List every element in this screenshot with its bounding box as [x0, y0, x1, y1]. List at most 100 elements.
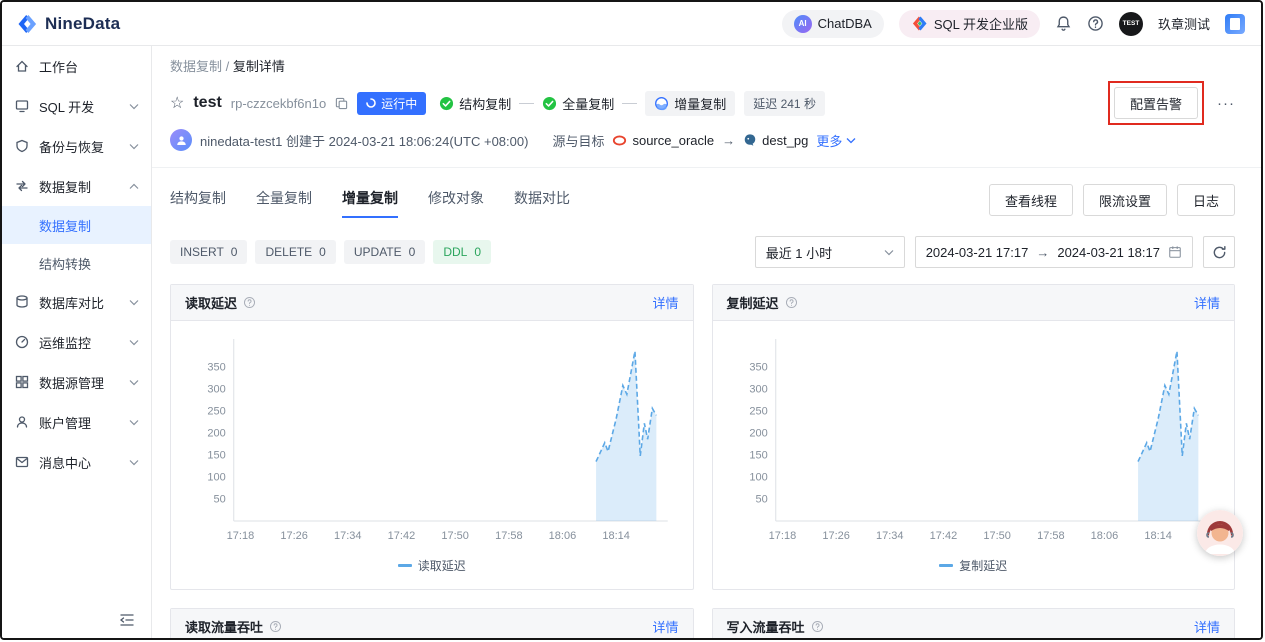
time-preset-select[interactable]: 最近 1 小时	[755, 236, 905, 268]
svg-text:200: 200	[749, 428, 767, 440]
task-id: rp-czzcekbf6n1o	[231, 96, 326, 111]
logs-button[interactable]: 日志	[1177, 184, 1235, 216]
tab-data-compare[interactable]: 数据对比	[514, 182, 570, 218]
grid-icon	[14, 374, 30, 390]
step-label: 增量复制	[674, 94, 726, 113]
copy-icon[interactable]	[335, 97, 348, 110]
replication-latency-chart: 5010015020025030035017:1817:2617:3417:42…	[719, 329, 1229, 557]
sidebar-subitem-data-replication[interactable]: 数据复制	[2, 206, 151, 244]
detail-link[interactable]: 详情	[1194, 293, 1220, 312]
app-window: NineData AI ChatDBA SQL 开发企业版	[0, 0, 1263, 640]
svg-text:350: 350	[749, 362, 767, 374]
date-range-picker[interactable]: 2024-03-21 17:17 → 2024-03-21 18:17	[915, 236, 1193, 268]
sidebar-item-sql-dev[interactable]: SQL 开发	[2, 86, 151, 126]
tab-modify-objects[interactable]: 修改对象	[428, 182, 484, 218]
chart-legend[interactable]: 读取延迟	[177, 557, 687, 574]
chart-legend[interactable]: 复制延迟	[719, 557, 1229, 574]
sidebar-item-label: 消息中心	[39, 453, 120, 472]
svg-text:17:34: 17:34	[875, 530, 903, 542]
check-circle-icon	[542, 96, 557, 111]
tab-incremental[interactable]: 增量复制	[342, 182, 398, 218]
replication-steps: 结构复制 全量复制	[439, 91, 735, 116]
step-label: 全量复制	[562, 94, 614, 113]
sidebar-item-workbench[interactable]: 工作台	[2, 46, 151, 86]
sidebar-item-datasource-mgmt[interactable]: 数据源管理	[2, 362, 151, 402]
counter-label: DDL	[443, 245, 467, 259]
user-icon	[14, 414, 30, 430]
sidebar-item-label: 账户管理	[39, 413, 120, 432]
breadcrumb-parent[interactable]: 数据复制	[170, 59, 222, 74]
refresh-icon	[1212, 245, 1227, 260]
target-name: dest_pg	[762, 133, 808, 148]
sidebar-item-db-compare[interactable]: 数据库对比	[2, 282, 151, 322]
customer-support-button[interactable]	[1197, 510, 1243, 556]
card-header: 读取流量吞吐 详情	[171, 609, 693, 640]
source-chip: source_oracle	[612, 133, 714, 148]
sidebar-item-backup-restore[interactable]: 备份与恢复	[2, 126, 151, 166]
sidebar-item-account-mgmt[interactable]: 账户管理	[2, 402, 151, 442]
ddl-counter: DDL 0	[433, 240, 491, 264]
configure-alert-button[interactable]: 配置告警	[1114, 87, 1198, 119]
monitor-icon	[14, 98, 30, 114]
sql-enterprise-label: SQL 开发企业版	[934, 14, 1028, 33]
replication-latency-card: 复制延迟 详情 5010015020025030035017:1817:2617…	[712, 284, 1236, 590]
source-target-arrow: →	[722, 133, 735, 148]
brand-name: NineData	[45, 14, 120, 34]
chatdba-button[interactable]: AI ChatDBA	[782, 10, 884, 38]
chevron-down-icon	[129, 459, 139, 466]
detail-link[interactable]: 详情	[1194, 617, 1220, 636]
update-counter: UPDATE 0	[344, 240, 425, 264]
refresh-button[interactable]	[1203, 236, 1235, 268]
source-target-label: 源与目标	[552, 131, 604, 150]
task-header: ☆ test rp-czzcekbf6n1o 运行中	[152, 83, 1261, 168]
chatdba-ai-icon: AI	[794, 15, 812, 33]
legend-swatch	[939, 564, 953, 567]
more-actions-button[interactable]: ···	[1217, 95, 1235, 112]
user-avatar[interactable]: TEST	[1119, 12, 1143, 36]
tab-structure[interactable]: 结构复制	[170, 182, 226, 218]
sidebar-item-label: 数据源管理	[39, 373, 120, 392]
svg-text:200: 200	[207, 428, 225, 440]
chart-title: 写入流量吞吐	[727, 617, 805, 636]
collapse-sidebar-icon[interactable]	[119, 613, 135, 627]
help-icon[interactable]	[269, 620, 282, 633]
svg-text:17:58: 17:58	[1037, 530, 1065, 542]
sidebar-subitem-label: 数据复制	[39, 216, 91, 235]
breadcrumb-separator: /	[226, 59, 230, 74]
help-icon[interactable]	[811, 620, 824, 633]
help-icon[interactable]	[243, 296, 256, 309]
status-label: 运行中	[381, 95, 417, 112]
svg-text:300: 300	[749, 384, 767, 396]
sidebar-subitem-label: 结构转换	[39, 254, 91, 273]
svg-text:150: 150	[749, 450, 767, 462]
sidebar-item-data-replication[interactable]: 数据复制	[2, 166, 151, 206]
brand[interactable]: NineData	[16, 13, 120, 35]
sidebar-item-label: 备份与恢复	[39, 137, 120, 156]
calendar-icon	[1168, 245, 1182, 259]
more-link-label: 更多	[816, 131, 842, 150]
sidebar-item-message-center[interactable]: 消息中心	[2, 442, 151, 482]
sql-enterprise-button[interactable]: SQL 开发企业版	[899, 10, 1040, 38]
sidebar-subitem-structure-conversion[interactable]: 结构转换	[2, 244, 151, 282]
legend-swatch	[398, 564, 412, 567]
alert-button-wrap: 配置告警	[1114, 87, 1198, 119]
range-arrow: →	[1036, 245, 1049, 260]
counter-value: 0	[409, 245, 416, 259]
detail-link[interactable]: 详情	[652, 617, 678, 636]
notification-bell-icon[interactable]	[1055, 15, 1072, 32]
help-icon[interactable]	[785, 296, 798, 309]
svg-text:17:58: 17:58	[495, 530, 523, 542]
more-link[interactable]: 更多	[816, 131, 856, 150]
favorite-star-icon[interactable]: ☆	[170, 93, 184, 113]
tab-full[interactable]: 全量复制	[256, 182, 312, 218]
detail-link[interactable]: 详情	[652, 293, 678, 312]
help-icon[interactable]	[1087, 15, 1104, 32]
gauge-icon	[14, 334, 30, 350]
postgres-icon	[743, 133, 757, 147]
docs-icon[interactable]	[1225, 14, 1245, 34]
svg-text:18:14: 18:14	[602, 530, 630, 542]
svg-text:250: 250	[207, 406, 225, 418]
view-threads-button[interactable]: 查看线程	[989, 184, 1073, 216]
throttle-settings-button[interactable]: 限流设置	[1083, 184, 1167, 216]
sidebar-item-ops-monitoring[interactable]: 运维监控	[2, 322, 151, 362]
